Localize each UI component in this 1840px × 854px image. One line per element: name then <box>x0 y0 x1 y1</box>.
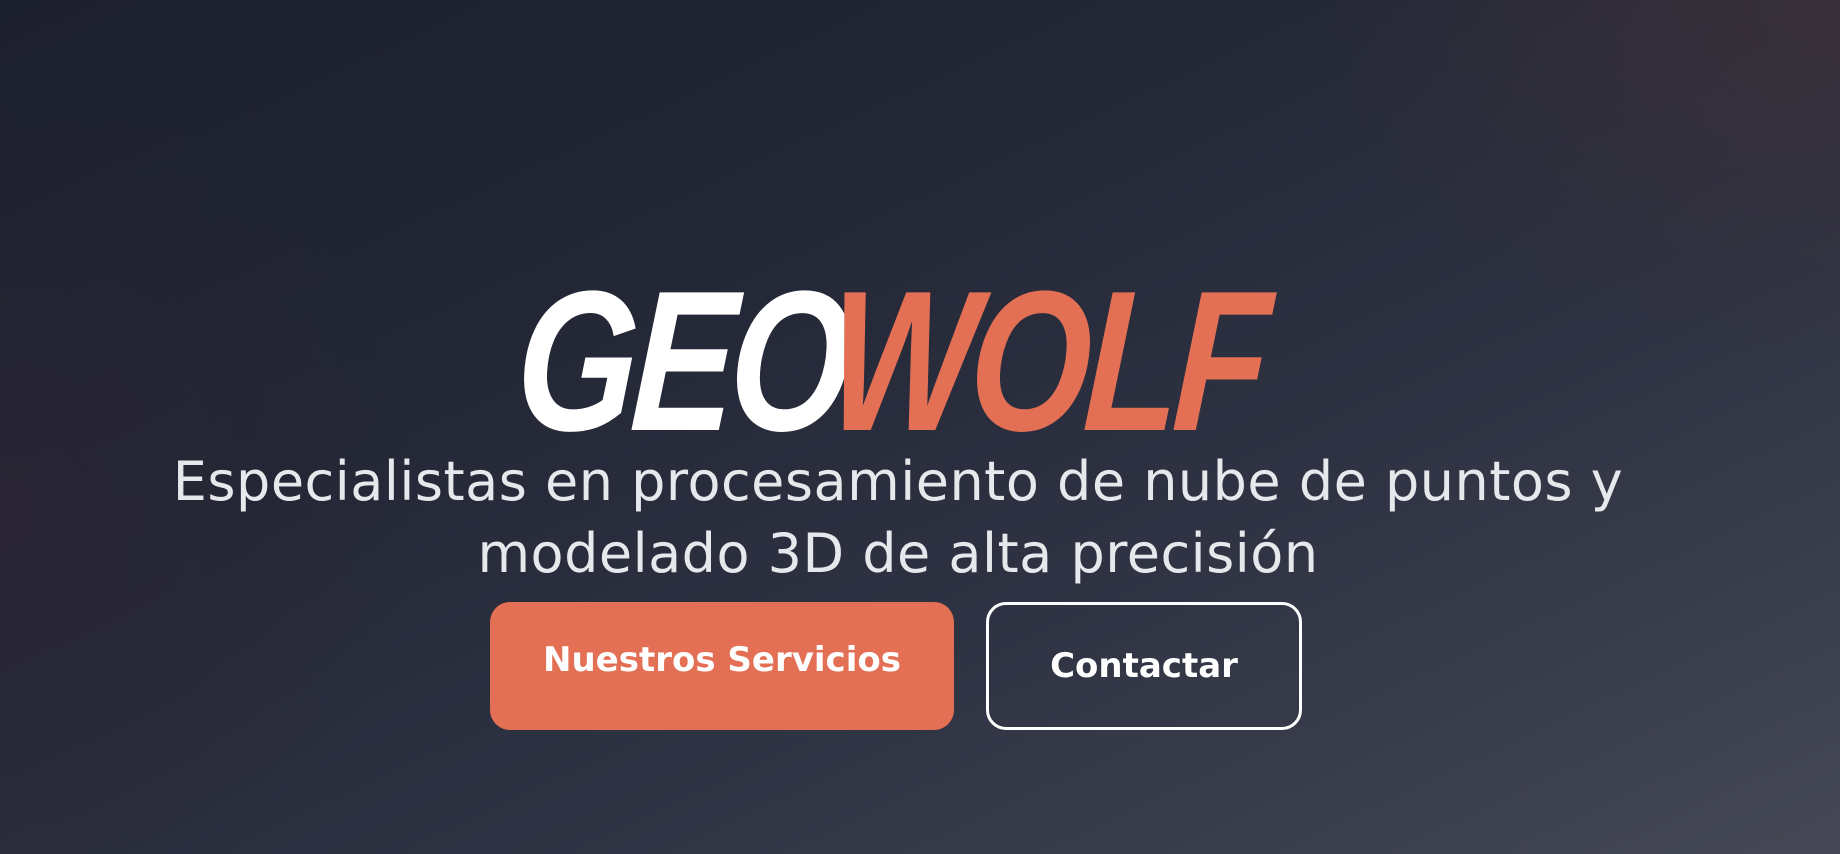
services-button[interactable]: Nuestros Servicios <box>490 602 954 730</box>
contact-button[interactable]: Contactar <box>986 602 1302 730</box>
hero-tagline: Especialistas en procesamiento de nube d… <box>0 446 1796 590</box>
tagline-line-1: Especialistas en procesamiento de nube d… <box>172 450 1624 513</box>
tagline-line-2: modelado 3D de alta precisión <box>477 522 1319 585</box>
geowolf-logo: GEOWOLF <box>0 250 1796 473</box>
logo-text-geo: GEO <box>511 250 852 473</box>
hero-section: GEOWOLF Especialistas en procesamiento d… <box>0 0 1840 854</box>
logo-text-wolf: WOLF <box>823 250 1270 473</box>
